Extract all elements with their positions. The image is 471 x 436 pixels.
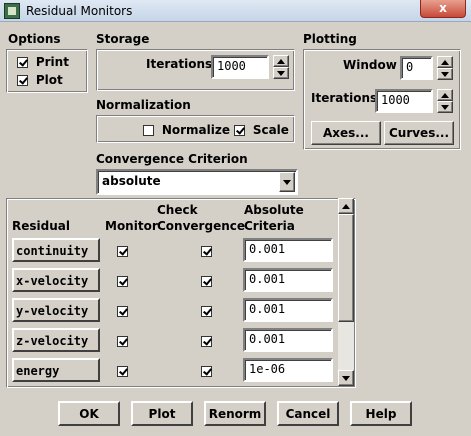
residual-name: z-velocity [12, 328, 100, 352]
scale-check-icon [234, 125, 245, 136]
spin-up-icon [277, 58, 285, 64]
plot-checkbox[interactable]: Plot [17, 73, 63, 87]
scroll-thumb[interactable] [338, 214, 354, 322]
storage-iterations-spin-up[interactable] [273, 55, 289, 67]
window-label: Window [343, 58, 397, 72]
criteria-header-line2: Criteria [244, 219, 295, 233]
table-row: z-velocity 0.001 [0, 328, 340, 358]
check-header-line2: Convergence [157, 219, 245, 233]
plotting-heading: Plotting [303, 32, 357, 46]
criteria-input[interactable]: 0.001 [243, 238, 333, 262]
monitor-checkbox[interactable] [117, 276, 128, 287]
scroll-down-icon [342, 375, 350, 381]
plotting-iterations-label: Iterations [311, 91, 378, 105]
storage-iterations-label: Iterations [146, 57, 213, 71]
table-row: continuity 0.001 [0, 238, 340, 268]
dropdown-arrow-button[interactable] [279, 172, 295, 192]
storage-iterations-spin-down[interactable] [273, 67, 289, 79]
normalize-label: Normalize [161, 123, 230, 137]
table-scrollbar[interactable] [338, 198, 354, 386]
monitor-checkbox[interactable] [117, 336, 128, 347]
convergence-selected: absolute [102, 174, 161, 188]
scroll-up-button[interactable] [338, 198, 354, 214]
renorm-button[interactable]: Renorm [204, 401, 266, 426]
curves-button[interactable]: Curves... [384, 121, 454, 145]
check-convergence-checkbox[interactable] [200, 246, 212, 257]
check-convergence-checkbox[interactable] [200, 366, 212, 377]
convergence-heading: Convergence Criterion [96, 152, 248, 166]
convergence-dropdown[interactable]: absolute [96, 169, 298, 195]
criteria-input[interactable]: 0.001 [243, 268, 333, 292]
check-header-line1: Check [157, 203, 198, 217]
scroll-up-icon [342, 203, 350, 209]
monitor-checkbox[interactable] [117, 306, 128, 317]
storage-heading: Storage [96, 32, 150, 46]
plot-label: Plot [35, 73, 63, 87]
window-spin-up[interactable] [437, 56, 453, 68]
table-row: energy 1e-06 [0, 358, 340, 388]
print-checkbox[interactable]: Print [17, 55, 69, 69]
residual-name: continuity [12, 238, 100, 262]
chevron-down-icon [283, 179, 291, 185]
monitor-checkbox[interactable] [117, 366, 128, 377]
check-convergence-checkbox[interactable] [200, 276, 212, 287]
ok-button[interactable]: OK [58, 401, 120, 426]
normalization-heading: Normalization [96, 98, 191, 112]
print-check-icon [17, 57, 28, 68]
plot-check-icon [17, 75, 28, 86]
print-label: Print [35, 55, 69, 69]
spin-up-icon [441, 59, 449, 65]
residual-name: y-velocity [12, 298, 100, 322]
criteria-header-line1: Absolute [244, 203, 304, 217]
residual-name: energy [12, 358, 100, 382]
help-button[interactable]: Help [350, 401, 412, 426]
residual-name: x-velocity [12, 268, 100, 292]
scale-checkbox[interactable]: Scale [234, 123, 289, 137]
options-heading: Options [8, 32, 61, 46]
app-icon [4, 3, 20, 19]
spin-down-icon [441, 104, 449, 110]
criteria-input[interactable]: 0.001 [243, 298, 333, 322]
scroll-down-button[interactable] [338, 370, 354, 386]
close-button[interactable]: x [420, 0, 466, 18]
window-spin-down[interactable] [437, 68, 453, 80]
table-row: y-velocity 0.001 [0, 298, 340, 328]
table-row: x-velocity 0.001 [0, 268, 340, 298]
plotting-iterations-input[interactable]: 1000 [375, 89, 433, 113]
cancel-button[interactable]: Cancel [277, 401, 339, 426]
plotting-iterations-spin-up[interactable] [437, 89, 453, 101]
window-title: Residual Monitors [26, 4, 133, 18]
storage-iterations-input[interactable]: 1000 [211, 55, 269, 79]
monitor-checkbox[interactable] [117, 246, 128, 257]
criteria-input[interactable]: 1e-06 [243, 358, 333, 382]
normalize-checkbox[interactable]: Normalize [143, 123, 230, 137]
check-convergence-checkbox[interactable] [200, 306, 212, 317]
spin-down-icon [441, 71, 449, 77]
residual-header: Residual [12, 219, 70, 233]
plotting-iterations-spin-down[interactable] [437, 101, 453, 113]
axes-button[interactable]: Axes... [311, 121, 381, 145]
normalize-check-icon [143, 125, 154, 136]
spin-down-icon [277, 70, 285, 76]
check-convergence-checkbox[interactable] [200, 336, 212, 347]
window-input[interactable]: 0 [400, 56, 433, 80]
title-bar: Residual Monitors x [0, 0, 471, 22]
plot-button[interactable]: Plot [131, 401, 193, 426]
scale-label: Scale [252, 123, 289, 137]
monitor-header: Monitor [105, 219, 158, 233]
criteria-input[interactable]: 0.001 [243, 328, 333, 352]
spin-up-icon [441, 92, 449, 98]
